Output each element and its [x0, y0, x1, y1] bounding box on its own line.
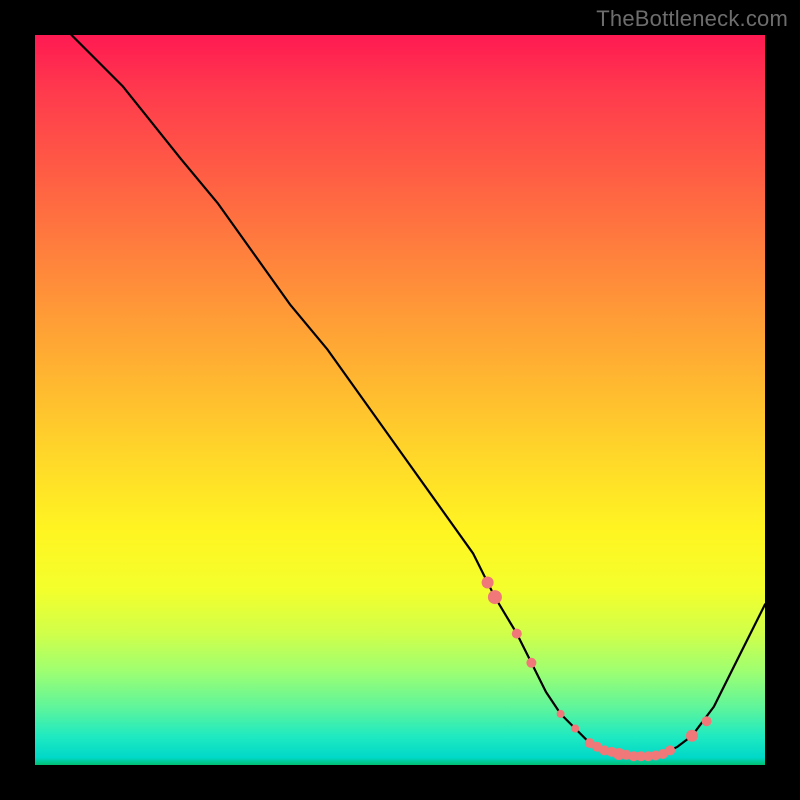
highlight-dot: [557, 710, 565, 718]
highlight-dot: [482, 577, 494, 589]
chart-svg: [35, 35, 765, 765]
highlight-dot: [686, 730, 698, 742]
highlight-dot: [571, 725, 579, 733]
watermark-text: TheBottleneck.com: [596, 6, 788, 32]
highlight-dot: [702, 716, 712, 726]
highlight-dot: [488, 590, 502, 604]
outer-frame: TheBottleneck.com: [0, 0, 800, 800]
highlight-dots-group: [482, 577, 712, 762]
highlight-dot: [665, 745, 675, 755]
highlight-dot: [512, 629, 522, 639]
highlight-dot: [526, 658, 536, 668]
plot-area: [35, 35, 765, 765]
bottleneck-curve: [72, 35, 766, 756]
